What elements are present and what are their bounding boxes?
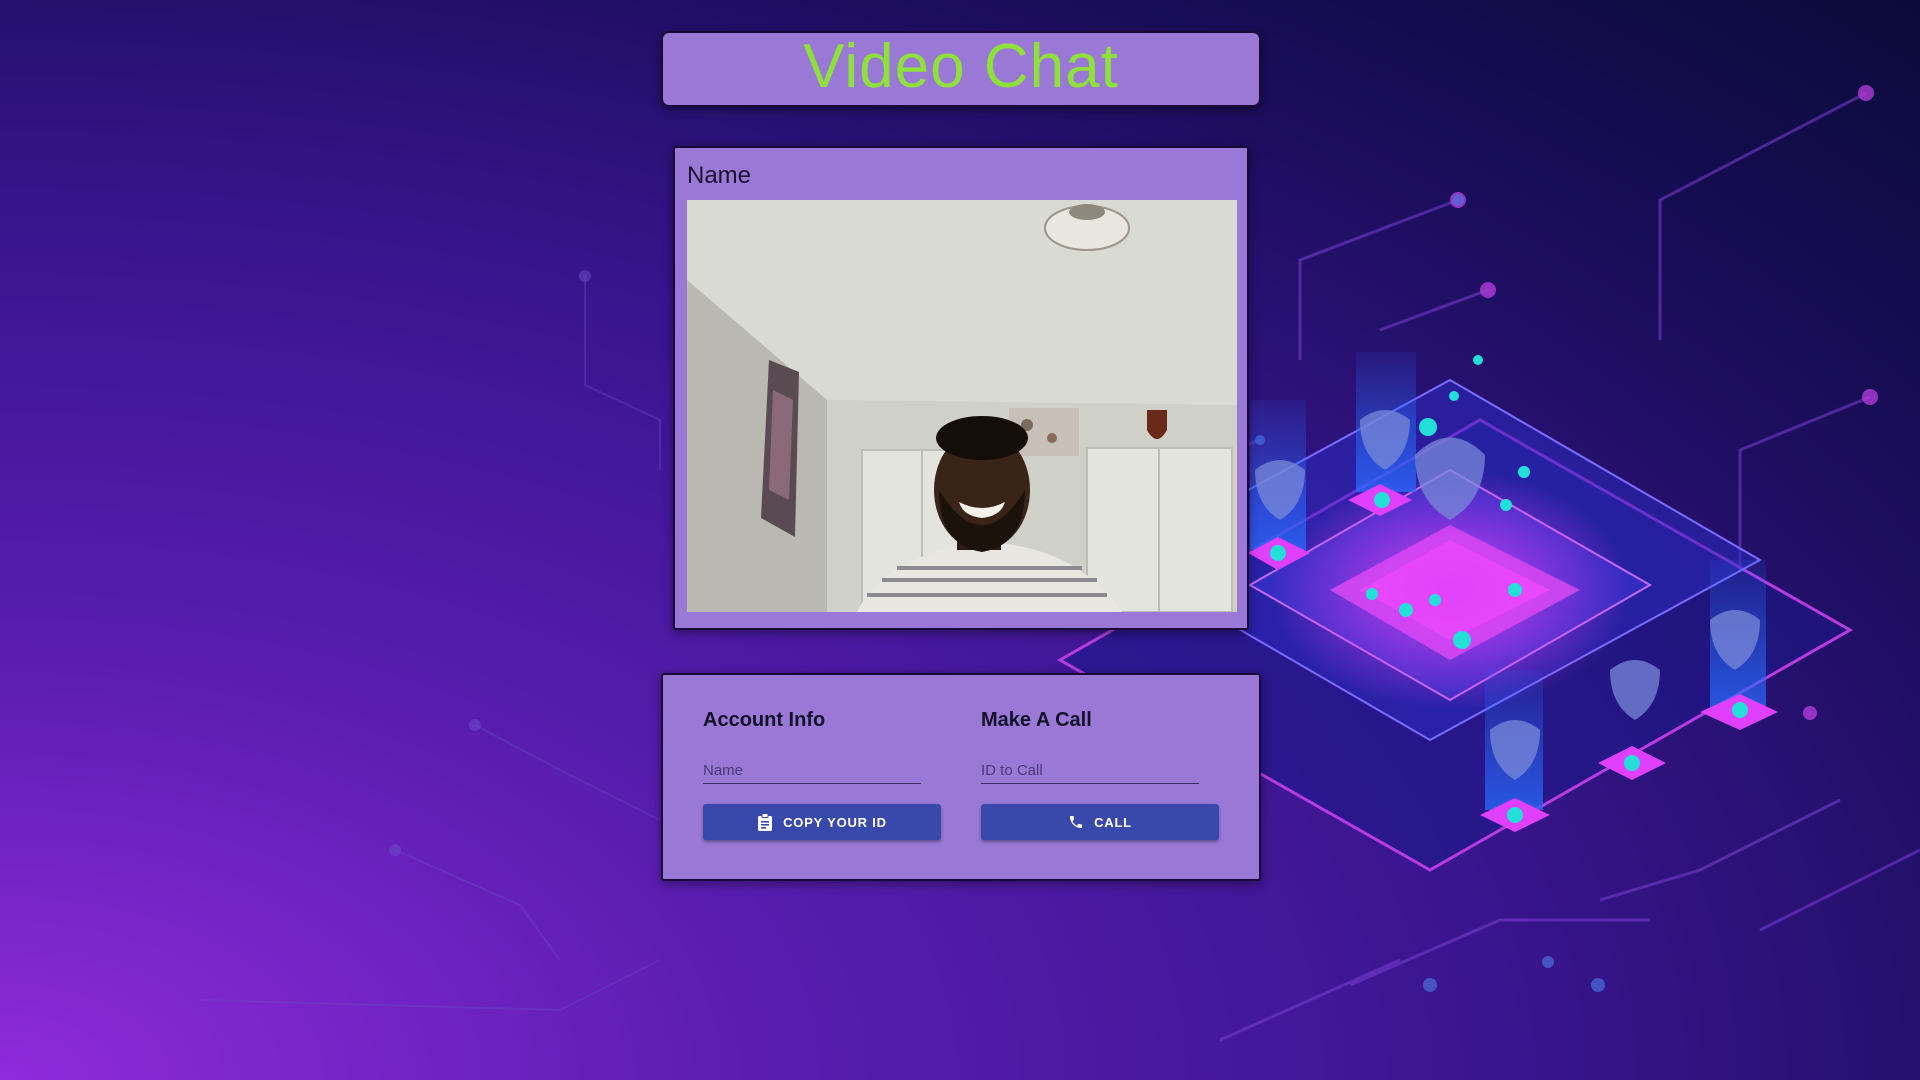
make-call-section: Make A Call CALL — [981, 709, 1219, 840]
make-call-heading: Make A Call — [981, 709, 1092, 731]
name-input[interactable] — [703, 757, 921, 783]
copy-id-button[interactable]: COPY YOUR ID — [703, 804, 941, 840]
copy-id-button-label: COPY YOUR ID — [783, 814, 887, 830]
name-field — [703, 757, 921, 784]
id-to-call-field — [981, 757, 1199, 784]
page-title: Video Chat — [803, 32, 1119, 101]
phone-icon — [1070, 816, 1083, 828]
title-card: Video Chat — [661, 31, 1261, 107]
webcam-video — [687, 200, 1237, 612]
webcam-scene — [687, 200, 1237, 612]
call-button[interactable]: CALL — [981, 804, 1219, 840]
video-name-label: Name — [687, 162, 752, 189]
id-to-call-input[interactable] — [981, 757, 1199, 783]
call-button-label: CALL — [1094, 814, 1132, 830]
account-info-section: Account Info COPY YOUR ID — [703, 709, 941, 840]
video-card: Name — [673, 146, 1249, 630]
account-info-heading: Account Info — [703, 709, 826, 731]
controls-card: Account Info COPY YOUR ID Make A Call CA… — [661, 673, 1261, 881]
clipboard-icon — [758, 813, 773, 831]
